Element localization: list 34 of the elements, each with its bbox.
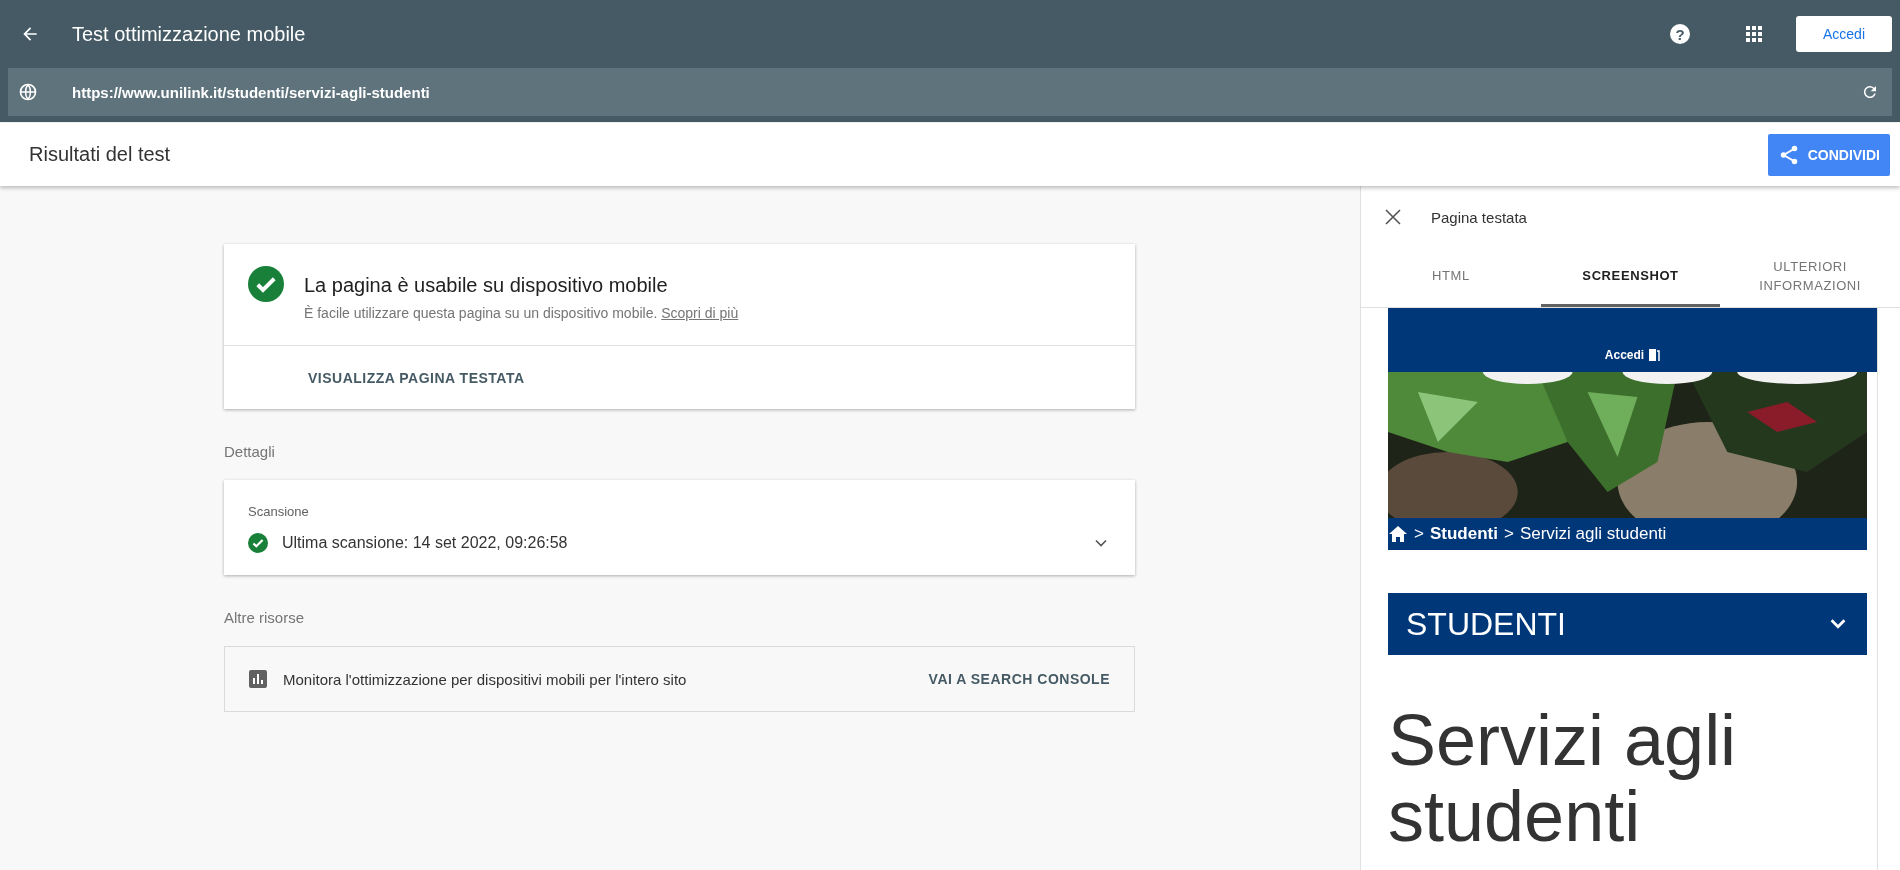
breadcrumb-separator: > [1414,524,1424,544]
breadcrumb-current: Servizi agli studenti [1519,524,1667,544]
breadcrumb-link[interactable]: Studenti [1429,524,1498,544]
site-sign-in-link[interactable]: Accedi [1604,348,1645,362]
success-check-icon [248,266,284,302]
verdict-text: È facile utilizzare questa pagina su un dispositivo mobile. Scopri di più [304,305,739,321]
grid-icon [1745,25,1763,43]
reload-icon [1861,83,1879,101]
results-title: Risultati del test [29,143,172,166]
sign-in-button[interactable]: Accedi [1796,16,1892,52]
globe-icon [18,82,38,102]
scan-row-text: Ultima scansione: 14 set 2022, 09:26:58 [282,534,569,552]
panel-title: Pagina testata [1431,208,1527,226]
breadcrumb-separator: > [1503,524,1514,544]
page-heading: Servizi agli studenti [1388,703,1738,855]
app-title: Test ottimizzazione mobile [72,22,307,46]
panel-tab[interactable]: ULTERIORI INFORMAZIONI [1720,248,1900,307]
section-dropdown[interactable]: STUDENTI [1388,593,1867,655]
close-icon [1385,209,1401,225]
success-check-icon [248,533,268,553]
learn-more-link[interactable]: Scopri di più [661,305,739,321]
section-heading: Dettagli [224,443,276,460]
view-tested-page-button[interactable]: VISUALIZZA PAGINA TESTATA [308,369,525,386]
door-icon [1648,348,1661,362]
help-button[interactable]: ? [1662,16,1698,52]
resource-text: Monitora l'ottimizzazione per dispositivi mobili per l'intero sito [283,670,688,688]
card-label: Scansione [247,503,310,519]
section-heading: Altre risorse [224,609,306,626]
bar-chart-icon [249,670,267,688]
search-console-link[interactable]: VAI A SEARCH CONSOLE [928,671,1110,687]
share-button[interactable]: CONDIVIDI [1767,133,1890,176]
panel-tab[interactable]: HTML [1361,248,1541,307]
home-icon[interactable] [1388,525,1408,543]
verdict-title: La pagina è usabile su dispositivo mobile [304,274,669,297]
